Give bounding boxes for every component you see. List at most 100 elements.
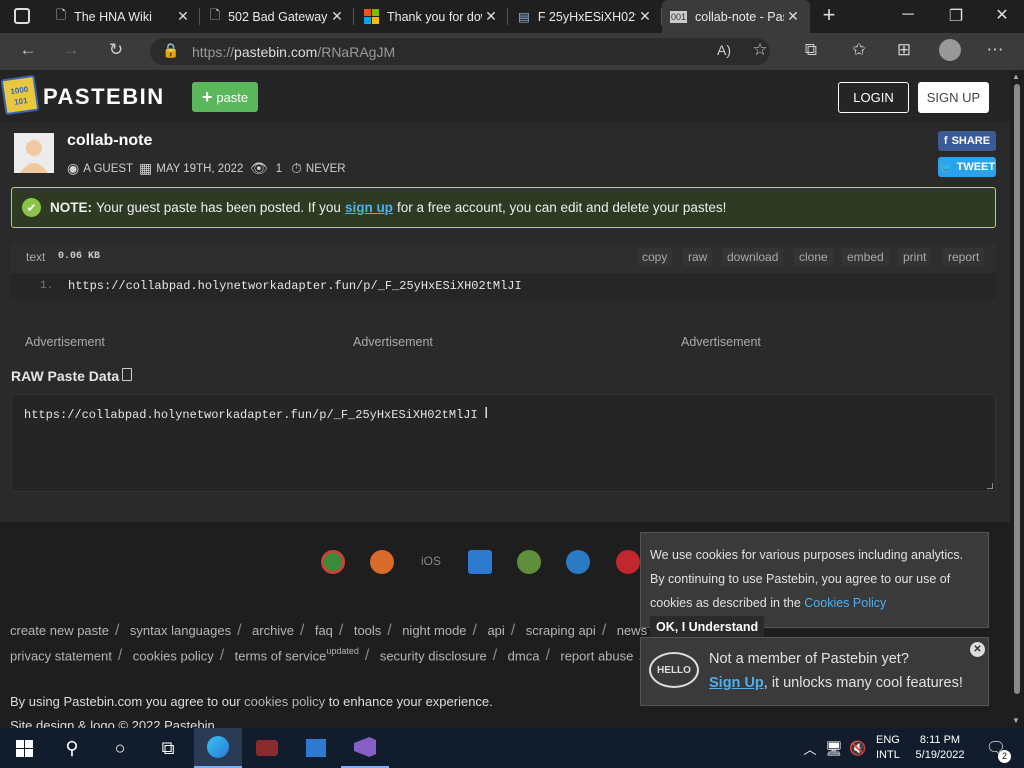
footer-link[interactable]: cookies policy — [133, 648, 214, 663]
tab-thank-you[interactable]: Thank you for downloading ✕ — [356, 0, 508, 33]
views-label: 1 — [275, 162, 283, 175]
footer-link[interactable]: syntax languages — [130, 623, 231, 638]
resize-handle[interactable] — [987, 483, 993, 489]
footer-link[interactable]: night mode — [402, 623, 466, 638]
signup-button[interactable]: SIGN UP — [918, 82, 989, 113]
signup-link[interactable]: sign up — [345, 200, 393, 215]
more-menu-icon[interactable]: ⋯ — [982, 37, 1008, 63]
pastebin-logo-icon[interactable]: 1000 101 — [0, 74, 40, 116]
footer-link[interactable]: faq — [315, 623, 333, 638]
report-button[interactable]: report — [943, 248, 985, 266]
new-tab-button[interactable]: + — [818, 4, 840, 28]
paste-author[interactable]: ◉ A GUEST — [67, 160, 133, 177]
footer-link[interactable]: dmca — [508, 648, 540, 663]
close-tab-icon[interactable]: ✕ — [482, 8, 500, 25]
clone-button[interactable]: clone — [794, 248, 833, 266]
store-taskbar-icon[interactable] — [292, 728, 340, 768]
extensions-icon[interactable]: ⧉ — [798, 37, 824, 63]
opera-icon[interactable] — [616, 550, 640, 574]
restore-button[interactable]: ❐ — [938, 6, 974, 26]
favorites-icon[interactable]: ✩ — [846, 37, 872, 63]
back-icon[interactable]: ← — [15, 37, 41, 63]
syntax-link[interactable]: text — [26, 250, 45, 264]
edge-taskbar-icon[interactable] — [194, 728, 242, 768]
tab-title: F 25yHxESiXH02tMlJI — [537, 9, 636, 24]
footer-link[interactable]: api — [487, 623, 504, 638]
lock-icon[interactable]: 🔒 — [158, 37, 184, 63]
x-app-icon[interactable] — [566, 550, 590, 574]
close-tab-icon[interactable]: ✕ — [636, 8, 654, 25]
footer-link[interactable]: tools — [354, 623, 381, 638]
copy-button[interactable]: copy — [637, 248, 673, 266]
close-tab-icon[interactable]: ✕ — [174, 8, 192, 25]
collections-icon[interactable]: ⊞ — [891, 37, 917, 63]
visual-studio-taskbar-icon[interactable] — [341, 728, 389, 768]
download-button[interactable]: download — [722, 248, 784, 266]
copy-raw-icon[interactable] — [122, 368, 132, 381]
firefox-icon[interactable] — [370, 550, 394, 574]
scroll-up-icon[interactable]: ▲ — [1012, 72, 1020, 81]
app-taskbar-icon[interactable] — [243, 728, 291, 768]
tweet-label: TWEET — [956, 161, 996, 173]
browser-tab-strip: 🗋 The HNA Wiki ✕ 🗋 502 Bad Gateway ✕ Tha… — [0, 0, 1024, 33]
cortana-icon[interactable]: ○ — [96, 728, 144, 768]
refresh-icon[interactable]: ↻ — [103, 37, 129, 63]
login-button[interactable]: LOGIN — [838, 82, 909, 113]
footer-link[interactable]: report abuse — [560, 648, 633, 663]
cookies-policy-link[interactable]: cookies policy — [244, 694, 325, 709]
add-favorite-icon[interactable]: ☆ — [747, 37, 773, 63]
advertisement-label: Advertisement — [681, 335, 761, 349]
cookies-policy-link[interactable]: Cookies Policy — [804, 596, 886, 610]
tab-actions-icon[interactable] — [14, 8, 30, 24]
tab-collab-note-pastebin[interactable]: 001 collab-note - Pastebin ✕ — [662, 0, 810, 33]
clock[interactable]: 8:11 PM 5/19/2022 — [912, 733, 968, 763]
footer-link[interactable]: archive — [252, 623, 294, 638]
raw-button[interactable]: raw — [683, 248, 713, 266]
minimize-button[interactable]: ─ — [890, 6, 926, 24]
page-icon: 🗋 — [210, 8, 221, 22]
chrome-icon[interactable] — [321, 550, 345, 574]
search-icon[interactable]: ⚲ — [48, 728, 96, 768]
task-view-icon[interactable]: ⧉ — [144, 728, 192, 768]
chevron-up-icon[interactable]: ︿ — [798, 728, 822, 768]
windows-icon[interactable] — [468, 550, 492, 574]
twitter-tweet-button[interactable]: 🐦 TWEET — [938, 157, 996, 177]
forward-icon[interactable]: → — [58, 37, 84, 63]
tab-collabpad[interactable]: ▤ F 25yHxESiXH02tMlJI ✕ — [510, 0, 662, 33]
new-paste-button[interactable]: + paste — [192, 82, 258, 112]
close-tab-icon[interactable]: ✕ — [784, 8, 802, 25]
footer-link[interactable]: security disclosure — [380, 648, 487, 663]
site-logo-text[interactable]: PASTEBIN — [43, 84, 165, 110]
embed-button[interactable]: embed — [842, 248, 889, 266]
android-icon[interactable] — [517, 550, 541, 574]
tab-502-bad-gateway[interactable]: 🗋 502 Bad Gateway ✕ — [202, 0, 354, 33]
read-aloud-icon[interactable]: A) — [711, 37, 737, 63]
code-line-text[interactable]: https://collabpad.holynetworkadapter.fun… — [68, 279, 522, 293]
tab-hna-wiki[interactable]: 🗋 The HNA Wiki ✕ — [48, 0, 200, 33]
profile-icon[interactable] — [937, 37, 963, 63]
footer-link[interactable]: terms of service — [235, 648, 327, 663]
scrollbar-thumb[interactable] — [1014, 84, 1020, 694]
cookie-accept-button[interactable]: OK, I Understand — [650, 616, 765, 638]
footer-link[interactable]: create new paste — [10, 623, 109, 638]
raw-paste-textarea[interactable]: https://collabpad.holynetworkadapter.fun… — [11, 394, 996, 492]
tab-title: 502 Bad Gateway — [228, 9, 328, 24]
close-icon[interactable]: ✕ — [970, 642, 985, 657]
language-code: ENG — [876, 734, 900, 746]
address-bar[interactable]: https://pastebin.com/RNaRAgJM — [150, 38, 770, 65]
ios-icon[interactable]: iOS — [421, 554, 441, 568]
window-close-button[interactable]: ✕ — [984, 5, 1020, 25]
scroll-down-icon[interactable]: ▼ — [1012, 716, 1020, 725]
facebook-share-button[interactable]: f SHARE — [938, 131, 996, 151]
language-indicator[interactable]: ENG INTL — [876, 733, 900, 763]
footer-link[interactable]: scraping api — [526, 623, 596, 638]
volume-muted-icon[interactable]: 🔇 — [846, 728, 870, 768]
print-button[interactable]: print — [898, 248, 932, 266]
member-signup-link[interactable]: Sign Up — [709, 675, 764, 691]
close-tab-icon[interactable]: ✕ — [328, 8, 346, 25]
plus-icon: + — [201, 86, 213, 107]
footer-link[interactable]: privacy statement — [10, 648, 112, 663]
windows-start-icon[interactable] — [0, 728, 48, 768]
network-icon[interactable]: 🖥 — [822, 728, 846, 768]
notifications-icon[interactable]: 🗨 2 — [976, 728, 1016, 768]
